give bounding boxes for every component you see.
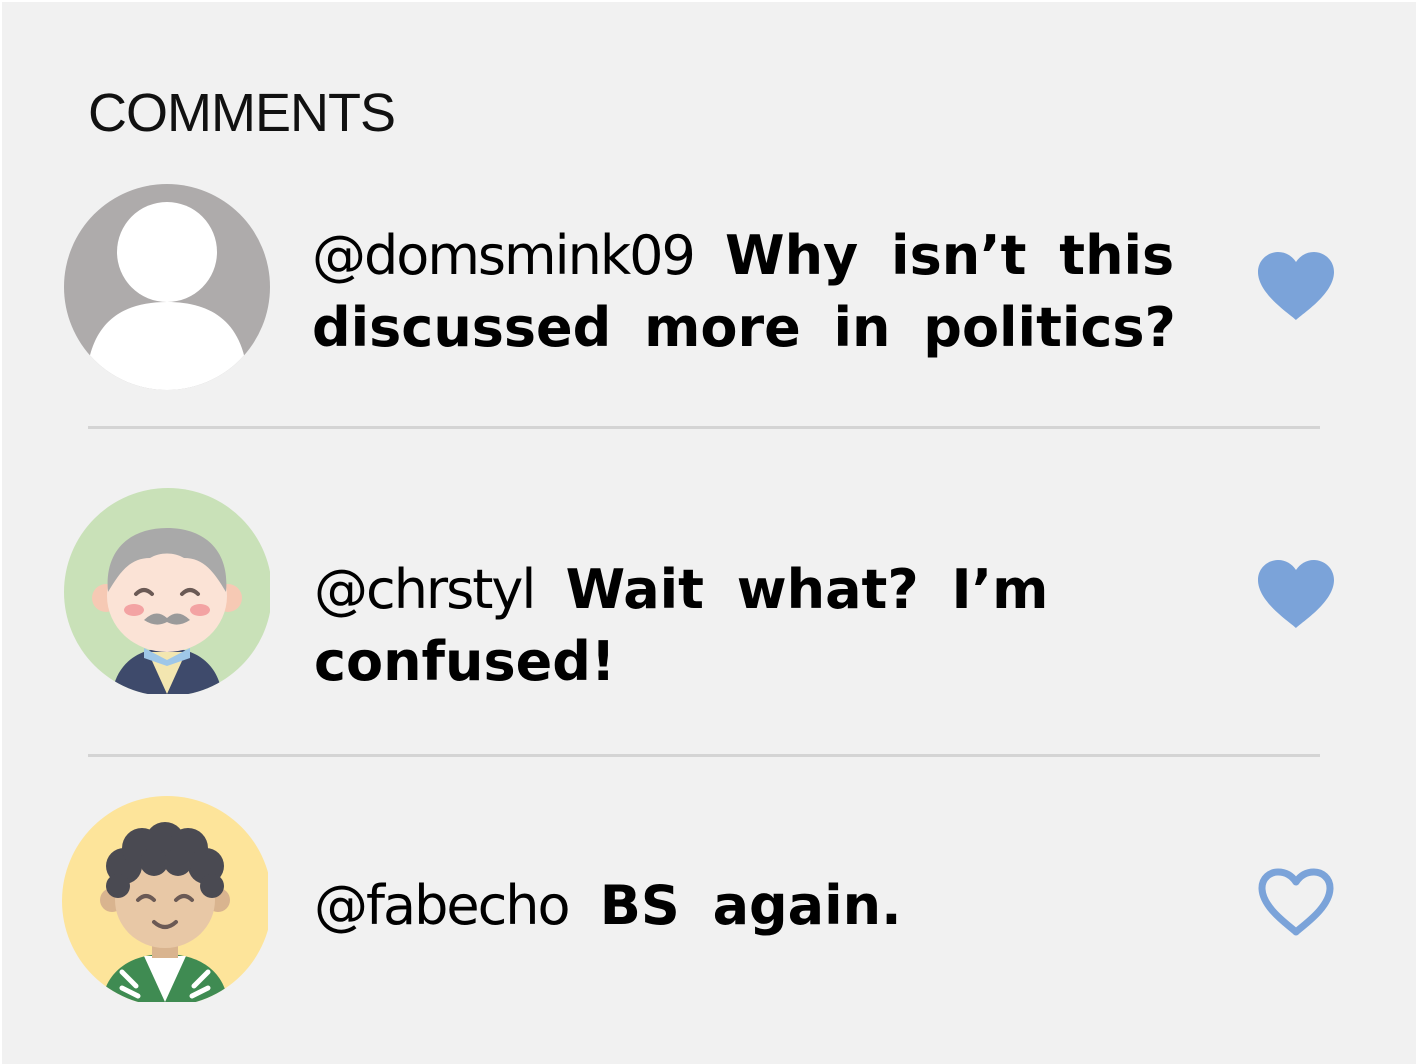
like-button[interactable] xyxy=(1254,864,1338,940)
old-man-avatar-icon xyxy=(64,488,270,694)
like-button[interactable] xyxy=(1254,248,1338,324)
avatar[interactable] xyxy=(64,184,270,390)
comment-username[interactable]: @chrstyl xyxy=(314,558,536,621)
divider xyxy=(88,426,1320,429)
heart-filled-icon xyxy=(1258,252,1334,320)
avatar[interactable] xyxy=(62,796,272,1006)
comment-text: @domsmink09 Why isn’t this discussed mor… xyxy=(312,220,1192,364)
curly-hair-man-avatar-icon xyxy=(62,796,268,1002)
heart-filled-icon xyxy=(1258,560,1334,628)
comment-message: BS again. xyxy=(599,874,902,937)
comments-heading: COMMENTS xyxy=(88,83,396,143)
like-button[interactable] xyxy=(1254,556,1338,632)
heart-outline-icon xyxy=(1258,868,1334,936)
avatar[interactable] xyxy=(64,488,272,696)
comment-username[interactable]: @fabecho xyxy=(314,874,571,937)
comment-text: @chrstyl Wait what? I’m confused! xyxy=(314,554,1194,698)
divider xyxy=(88,754,1320,757)
comments-panel: COMMENTS @domsmink09 Why isn’t this disc… xyxy=(2,2,1416,1064)
comment-username[interactable]: @domsmink09 xyxy=(312,224,696,287)
default-user-icon xyxy=(64,184,270,390)
comment-text: @fabecho BS again. xyxy=(314,870,1194,942)
